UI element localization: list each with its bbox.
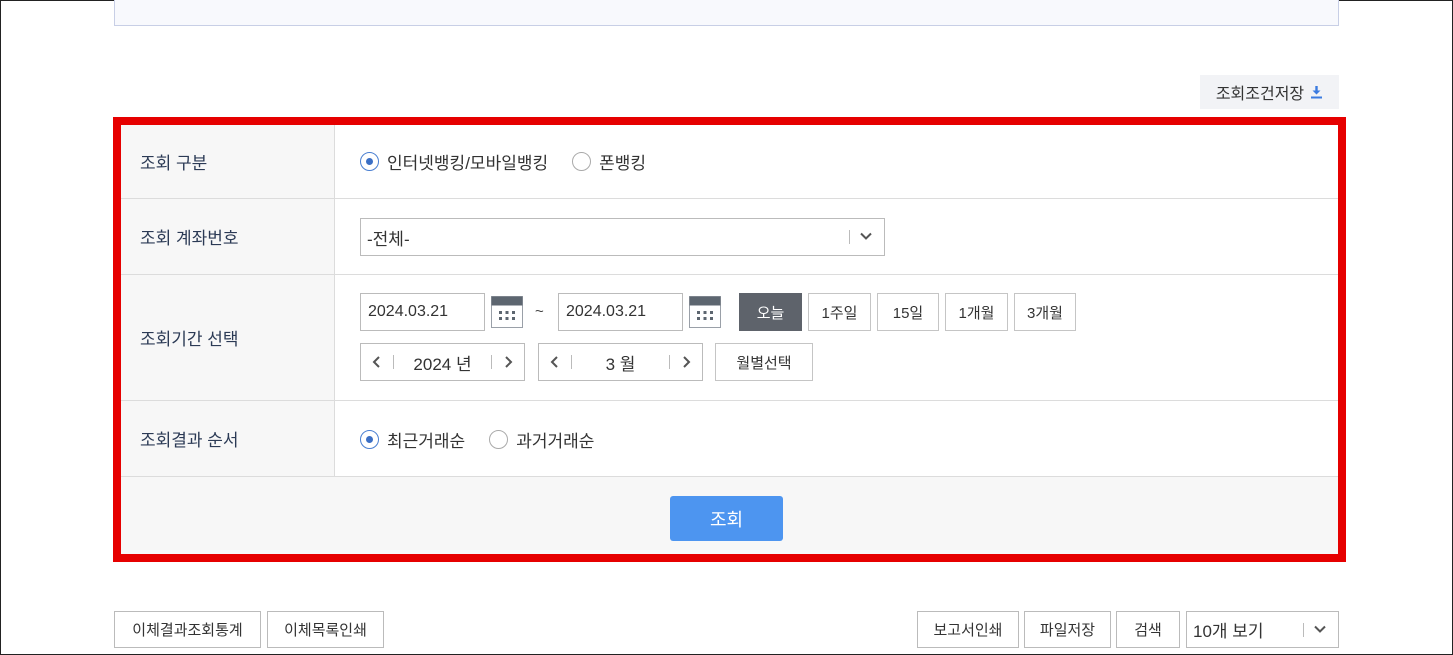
search-submit-button[interactable]: 조회: [670, 496, 783, 541]
chevron-down-icon: [860, 232, 872, 240]
radio-unchecked-icon: [489, 430, 509, 449]
radio-internet-mobile-label: 인터넷뱅킹/모바일뱅킹: [387, 154, 549, 173]
end-date-value: 2024.03.21: [566, 303, 647, 320]
radio-unchecked-icon: [572, 152, 592, 171]
order-radios: 최근거래순 과거거래순: [360, 427, 618, 452]
row-order: 조회결과 순서 최근거래순 과거거래순: [121, 401, 1338, 477]
radio-phone-banking[interactable]: 폰뱅킹: [572, 149, 646, 174]
month-stepper: 3 월: [538, 343, 703, 381]
calendar-icon[interactable]: [491, 296, 523, 328]
quick-3months-button[interactable]: 3개월: [1014, 293, 1076, 331]
row-inquiry-type: 조회 구분 인터넷뱅킹/모바일뱅킹 폰뱅킹: [121, 125, 1338, 199]
year-value: 2024 년: [413, 354, 472, 374]
page-size-value: 10개 보기: [1193, 622, 1264, 641]
chevron-down-icon: [1314, 625, 1326, 633]
start-date-value: 2024.03.21: [368, 303, 449, 320]
row-period: 조회기간 선택 2024.03.21 ~ 2024.03.21 오늘 1주일 1…: [121, 275, 1338, 401]
select-separator: [1303, 623, 1304, 637]
radio-checked-icon: [360, 152, 379, 171]
row-account: 조회 계좌번호 -전체-: [121, 199, 1338, 275]
inquiry-type-radios: 인터넷뱅킹/모바일뱅킹 폰뱅킹: [360, 149, 670, 174]
search-button[interactable]: 검색: [1116, 611, 1180, 648]
save-conditions-button[interactable]: 조회조건저장: [1200, 75, 1339, 109]
quick-1month-button[interactable]: 1개월: [945, 293, 1008, 331]
quick-today-button[interactable]: 오늘: [739, 293, 802, 331]
quick-1week-button[interactable]: 1주일: [808, 293, 871, 331]
account-select-value: -전체-: [367, 229, 410, 249]
radio-oldest-first-label: 과거거래순: [516, 432, 595, 451]
radio-checked-icon: [360, 430, 379, 449]
date-separator: ~: [535, 303, 544, 320]
select-separator: [849, 230, 850, 244]
save-conditions-label: 조회조건저장: [1215, 86, 1305, 103]
month-value: 3 월: [605, 354, 636, 374]
account-select[interactable]: -전체-: [360, 218, 885, 256]
quick-15days-button[interactable]: 15일: [877, 293, 939, 331]
end-date-input[interactable]: 2024.03.21: [558, 293, 683, 331]
chevron-left-icon[interactable]: [539, 344, 571, 380]
radio-internet-mobile[interactable]: 인터넷뱅킹/모바일뱅킹: [360, 149, 548, 174]
chevron-right-icon[interactable]: [492, 344, 524, 380]
year-stepper: 2024 년: [360, 343, 525, 381]
radio-recent-first[interactable]: 최근거래순: [360, 427, 465, 452]
inquiry-type-label: 조회 구분: [121, 125, 335, 198]
chevron-right-icon[interactable]: [670, 344, 702, 380]
inquiry-form: 조회 구분 인터넷뱅킹/모바일뱅킹 폰뱅킹 조회 계좌번호 -전체- 조회기간 …: [121, 125, 1338, 554]
period-label: 조회기간 선택: [121, 275, 335, 400]
account-label: 조회 계좌번호: [121, 199, 335, 274]
month-select-button[interactable]: 월별선택: [715, 343, 813, 381]
radio-phone-banking-label: 폰뱅킹: [599, 154, 647, 173]
page-size-select[interactable]: 10개 보기: [1186, 611, 1339, 648]
chevron-left-icon[interactable]: [361, 344, 393, 380]
print-transfer-list-button[interactable]: 이체목록인쇄: [267, 611, 384, 648]
calendar-icon[interactable]: [689, 296, 721, 328]
radio-recent-first-label: 최근거래순: [387, 432, 466, 451]
start-date-input[interactable]: 2024.03.21: [360, 293, 485, 331]
download-icon: [1311, 86, 1323, 99]
radio-oldest-first[interactable]: 과거거래순: [489, 427, 594, 452]
print-report-button[interactable]: 보고서인쇄: [917, 611, 1019, 648]
save-file-button[interactable]: 파일저장: [1024, 611, 1111, 648]
order-label: 조회결과 순서: [121, 401, 335, 476]
top-panel: [114, 0, 1339, 26]
form-footer: 조회: [121, 477, 1338, 554]
transfer-stats-button[interactable]: 이체결과조회통계: [114, 611, 261, 648]
